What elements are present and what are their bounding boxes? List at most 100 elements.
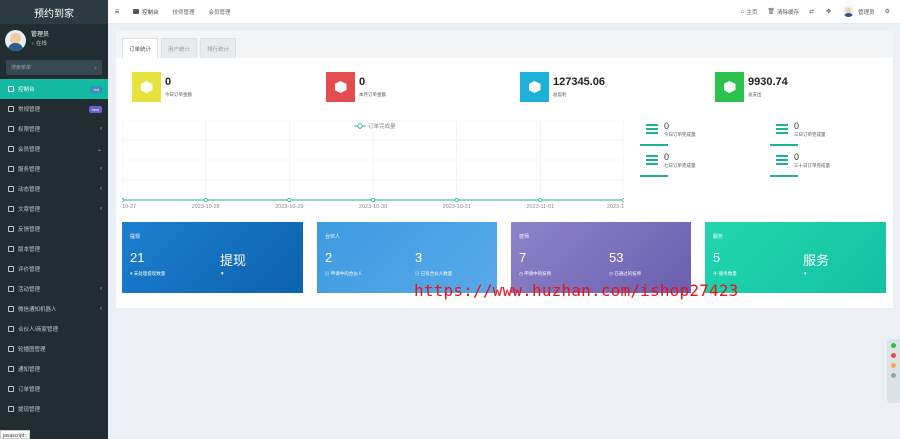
menu-badge: new [88,105,102,113]
cube-icon [723,81,736,93]
sidebar-item[interactable]: 评价管理 [0,259,108,279]
sidebar-item-label: 版本管理 [18,247,41,253]
stat-label: 今日订单金额 [165,92,192,97]
sidebar-item[interactable]: 订单管理 [0,379,108,399]
translate-icon: ⇄ [809,9,815,15]
tab-order-stats[interactable]: 订单统计 [122,38,159,58]
stat-label: 本月订单金额 [359,92,386,97]
sidebar-item[interactable]: 活动管理 ‹ [0,279,108,299]
translate-button[interactable]: ⇄ [804,8,821,15]
menu-icon [8,386,14,392]
seven-day-completed: 0 七日订单完成量 [640,151,750,177]
sidebar-item[interactable]: 合伙人/商家管理 [0,319,108,339]
sidebar-item[interactable]: 轮播图管理 [0,339,108,359]
card-label: ▣ 服务数量 [713,271,737,276]
x-tick-label: 2023-10-28 [192,204,220,210]
card-withdraw[interactable]: 提现 21 ¥ 未处理提现数量 提现 ▼ [122,222,303,293]
gear-icon: ⚙ [884,9,890,15]
stat-icon [715,72,744,102]
tab-ranking-stats[interactable]: 排行统计 [200,38,237,58]
chevron-icon: ‹ [100,126,102,132]
sidebar-item-label: 反馈管理 [18,227,41,233]
stat-today-amount: 0 今日订单金额 [132,72,192,102]
tab-user-stats[interactable]: 用户统计 [161,38,198,58]
stat-value: 0 [359,76,366,88]
mini-stat-value: 0 [794,121,800,131]
sidebar-item[interactable]: 版本管理 [0,239,108,259]
clear-cache-button[interactable]: 🗑 清除缓存 [762,8,804,16]
x-tick-label: 10-27 [122,204,136,210]
sidebar-item[interactable]: 提现管理 [0,399,108,419]
sidebar-item-label: 权限管理 [18,127,41,133]
sidebar-item[interactable]: 通知管理 [0,359,108,379]
data-point [287,198,292,202]
stat-label: 总盈利 [553,92,567,97]
sidebar-item[interactable]: 文章管理 ‹ [0,199,108,219]
menu-icon [8,326,14,332]
menu-icon [8,286,14,292]
sidebar-item[interactable]: 控制台 hot [0,79,108,99]
avatar-small [843,6,855,17]
stat-label: 总支出 [748,92,762,97]
card-label-2: ◷ 已通过的技师 [609,271,642,276]
menu-toggle-icon[interactable]: ≡ [108,7,126,16]
sidebar-item[interactable]: 会员管理 ⌄ [0,139,108,159]
mini-stat-bar [640,144,668,146]
tab-dashboard[interactable]: 控制台 [126,0,166,24]
fullscreen-button[interactable]: ✥ [821,8,838,15]
stat-value: 9930.74 [748,76,788,88]
card-value: 21 [130,250,145,265]
sidebar-item-label: 动态管理 [18,187,41,193]
mini-stat-value: 0 [794,152,800,162]
today-completed: 0 今日订单完成量 [640,120,750,146]
menu-icon [8,266,14,272]
menu-icon [8,186,14,192]
stat-month-amount: 0 本月订单金额 [326,72,386,102]
sidebar-item-label: 活动管理 [18,287,41,293]
sidebar-item-label: 服务管理 [18,167,41,173]
menu-icon [8,126,14,132]
status-dot-icon [891,343,896,348]
sidebar-item[interactable]: 微信通知机器人 ‹ [0,299,108,319]
chevron-icon: ‹ [100,186,102,192]
status-dot-icon [891,363,896,368]
data-point [454,198,459,202]
cube-icon [140,81,153,93]
stat-icon [132,72,161,102]
sidebar-item[interactable]: 常规管理 new [0,99,108,119]
home-link[interactable]: ⌂ 主页 [736,8,763,16]
fullscreen-icon: ✥ [826,9,832,15]
sidebar-menu: 控制台 hot 常规管理 new 权限管理 ‹ 会员管理 ⌄ 服务管理 ‹ 动态管理 ‹ 文章管理 ‹ 反馈… [0,79,108,419]
sidebar-item[interactable]: 权限管理 ‹ [0,119,108,139]
sidebar-item[interactable]: 动态管理 ‹ [0,179,108,199]
sidebar-item[interactable]: 服务管理 ‹ [0,159,108,179]
legend-marker [357,123,363,129]
user-status: ● 在线 [31,41,47,47]
user-menu[interactable]: 管理员 [838,6,880,17]
search-icon[interactable]: ⌕ [94,65,97,71]
floating-toolbar[interactable] [887,339,900,403]
cube-icon [334,81,347,93]
x-tick-label: 2023-10-29 [275,204,303,210]
sidebar-item[interactable]: 反馈管理 [0,219,108,239]
search-input[interactable]: 搜索菜单 ⌕ [6,60,102,75]
home-icon: ⌂ [740,8,745,15]
sidebar-item-label: 提现管理 [18,407,41,413]
legend-label: 订单完成量 [368,122,396,130]
stat-total-expense: 9930.74 总支出 [715,72,788,102]
x-tick-label: 2023-10-30 [359,204,387,210]
menu-icon [8,346,14,352]
card-title: 技师 [519,234,530,240]
menu-icon [8,226,14,232]
sidebar-item-label: 常规管理 [18,107,41,113]
menu-icon [8,106,14,112]
tab-member[interactable]: 会员管理 [202,0,238,24]
tab-technician[interactable]: 技师管理 [166,0,202,24]
trash-icon: 🗑 [767,9,776,15]
top-navbar: ≡ 控制台 技师管理 会员管理 ⌂ 主页 🗑 清除缓存 ⇄ ✥ 管理员 ⚙ [108,0,900,24]
x-tick-label: 2023-11-01 [526,204,554,210]
menu-icon [8,366,14,372]
settings-button[interactable]: ⚙ [880,8,900,15]
app-logo[interactable]: 预约到家 [0,0,108,24]
chevron-icon: ‹ [100,306,102,312]
